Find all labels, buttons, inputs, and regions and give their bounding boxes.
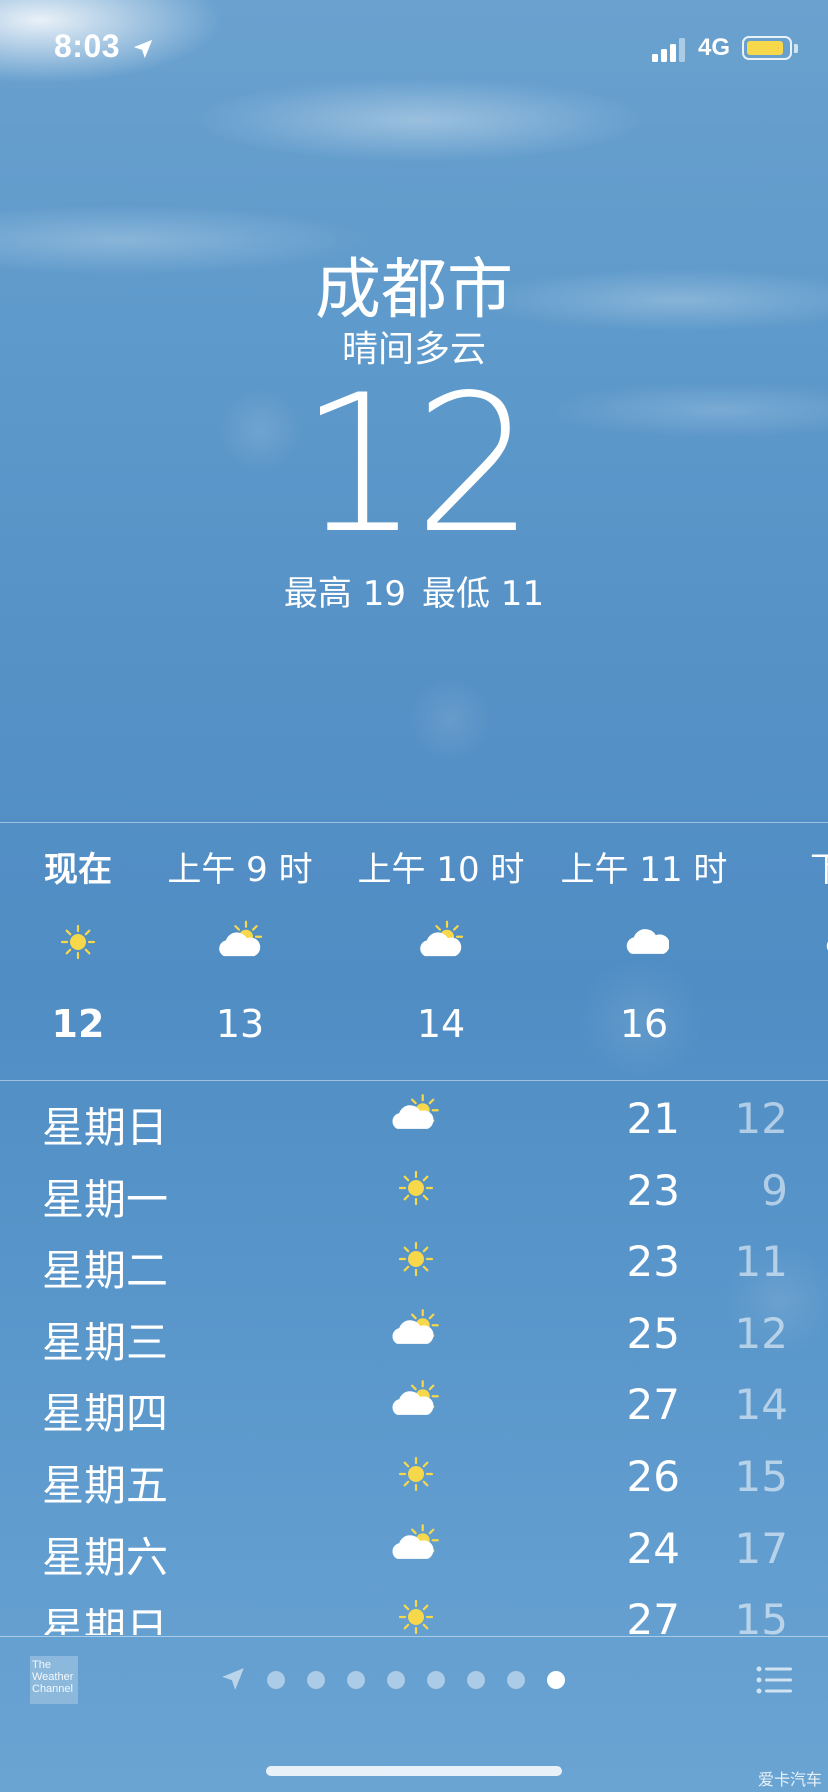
- battery-icon: [742, 36, 792, 60]
- daily-row: 星期二 23 11: [0, 1227, 828, 1299]
- page-dot[interactable]: [427, 1671, 445, 1689]
- high-temp: 27: [626, 1380, 680, 1430]
- day-name: 星期六: [42, 1532, 169, 1582]
- high-temp: 27: [626, 1595, 680, 1635]
- low-temp: 17: [734, 1523, 788, 1573]
- sun-icon: [388, 1450, 444, 1498]
- partly-cloudy-icon: [388, 1092, 444, 1140]
- network-type: 4G: [698, 34, 731, 61]
- low-temp: 9: [761, 1165, 788, 1215]
- day-name: 星期三: [42, 1317, 169, 1367]
- sun-icon: [388, 1593, 444, 1635]
- high-low: 最高 19 最低 11: [0, 566, 828, 615]
- home-indicator[interactable]: [266, 1766, 562, 1776]
- partly-cloudy-icon: [215, 920, 265, 964]
- battery-level: [747, 41, 783, 55]
- daily-row: 星期四 27 14: [0, 1370, 828, 1442]
- daily-row: 星期三 25 12: [0, 1299, 828, 1371]
- sun-icon: [53, 920, 103, 964]
- daily-row: 星期一 23 9: [0, 1156, 828, 1228]
- weather-channel-logo[interactable]: The Weather Channel: [30, 1656, 78, 1704]
- daily-forecast[interactable]: 星期日 21 12 星期一 23 9 星期二 23 11 星期三 25 12 星期四 27 14 星期五 26 1…: [0, 1082, 828, 1635]
- high-temp: 21: [626, 1094, 680, 1143]
- page-dot[interactable]: [387, 1671, 405, 1689]
- watermark: 爱卡汽车: [757, 1770, 822, 1789]
- daily-row: 星期六 24 17: [0, 1514, 828, 1586]
- partly-cloudy-icon: [388, 1307, 444, 1355]
- hour-temperature: 13: [215, 1002, 265, 1046]
- cloud-icon: [619, 920, 670, 964]
- hour-temperature: 1: [744, 1002, 828, 1046]
- sun-icon: [388, 1164, 444, 1212]
- low-temp: 15: [734, 1452, 788, 1501]
- page-dot[interactable]: [547, 1671, 565, 1689]
- hour-label: 上午 10 时: [357, 850, 525, 890]
- low-temp: 12: [734, 1094, 788, 1143]
- daily-row: 星期日 21 12: [0, 1084, 828, 1156]
- page-dot[interactable]: [507, 1671, 525, 1689]
- day-name: 星期四: [42, 1389, 169, 1439]
- high-temp: 23: [626, 1165, 680, 1215]
- daily-row: 星期五 26 15: [0, 1442, 828, 1514]
- day-name: 星期五: [42, 1461, 169, 1510]
- city-list-icon[interactable]: [756, 1666, 792, 1694]
- logo-text: Weather: [32, 1671, 74, 1683]
- partly-cloudy-icon: [416, 920, 466, 964]
- partly-cloudy-icon: [388, 1378, 444, 1426]
- high-temp: 25: [626, 1308, 680, 1358]
- day-name: 星期日: [42, 1604, 169, 1635]
- city-name: 成都市: [315, 251, 513, 328]
- page-dot[interactable]: [347, 1671, 365, 1689]
- hour-label: 上午 11 时: [560, 850, 728, 890]
- cloud-icon: [819, 920, 828, 964]
- signal-icon: [652, 38, 685, 62]
- battery-cap: [794, 44, 798, 53]
- current-temperature: 12: [299, 354, 535, 575]
- day-name: 星期一: [42, 1174, 169, 1224]
- sun-icon: [388, 1235, 444, 1283]
- current-location-page-icon[interactable]: [220, 1666, 246, 1692]
- hour-label: 下午: [810, 850, 828, 890]
- hourly-forecast[interactable]: 现在12上午 9 时13上午 10 时14上午 11 时16下午1: [0, 822, 828, 1080]
- hour-temperature: 14: [416, 1002, 466, 1046]
- day-name: 星期日: [42, 1103, 169, 1152]
- hour-label: 上午 9 时: [167, 850, 313, 890]
- low-temp: 11: [734, 1237, 788, 1287]
- high-temp: 最高 19: [283, 574, 406, 614]
- page-dot[interactable]: [307, 1671, 325, 1689]
- hour-temperature: 16: [619, 1002, 669, 1046]
- logo-text: Channel: [32, 1683, 73, 1695]
- page-dot[interactable]: [267, 1671, 285, 1689]
- logo-text: The: [32, 1659, 51, 1671]
- low-temp: 14: [734, 1380, 788, 1430]
- high-temp: 23: [626, 1237, 680, 1287]
- low-temp: 12: [734, 1308, 788, 1358]
- low-temp: 最低 11: [422, 574, 545, 614]
- partly-cloudy-icon: [388, 1522, 444, 1570]
- low-temp: 15: [734, 1595, 788, 1635]
- location-arrow-icon: [133, 39, 153, 59]
- status-time: 8:03: [54, 28, 121, 64]
- high-temp: 24: [626, 1523, 680, 1573]
- high-temp: 26: [626, 1452, 680, 1501]
- page-dot[interactable]: [467, 1671, 485, 1689]
- day-name: 星期二: [42, 1246, 169, 1296]
- daily-row: 星期日 27 15: [0, 1585, 828, 1635]
- divider: [0, 1080, 828, 1081]
